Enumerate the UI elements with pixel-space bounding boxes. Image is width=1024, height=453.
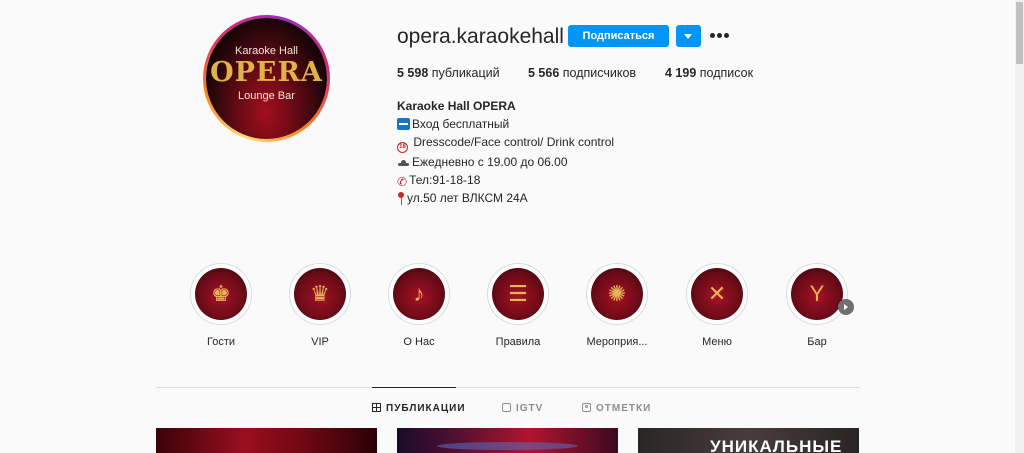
rules-icon: ☰: [508, 281, 528, 306]
bio-line-dresscode: 18 Dresscode/Face control/ Drink control: [397, 133, 614, 153]
highlight-cover[interactable]: ☰: [487, 263, 549, 325]
highlight-cover[interactable]: Y: [786, 263, 848, 325]
scrollbar-thumb[interactable]: [1016, 2, 1023, 64]
suggested-accounts-dropdown-button[interactable]: [676, 25, 701, 47]
stat-following-label: подписок: [699, 66, 754, 80]
avatar-logo-top-text: Karaoke Hall: [235, 45, 298, 57]
highlight-cover[interactable]: ♛: [289, 263, 351, 325]
tab-tagged[interactable]: ОТМЕТКИ: [582, 403, 651, 414]
grid-icon: [372, 403, 381, 412]
bio-line-text: ул.50 лет ВЛКСМ 24А: [407, 191, 528, 205]
tab-posts[interactable]: ПУБЛИКАЦИИ: [372, 403, 466, 414]
highlight-about[interactable]: ♪ О Нас: [374, 263, 464, 348]
highlight-label: Бар: [807, 336, 827, 348]
tab-igtv-label: IGTV: [516, 403, 544, 414]
stat-followers[interactable]: 5 566 подписчиков: [528, 66, 636, 80]
post-overlay-text: УНИКАЛЬНЫЕ: [710, 437, 843, 453]
highlight-cover[interactable]: ✕: [686, 263, 748, 325]
page-scrollbar[interactable]: [1015, 0, 1024, 453]
post-thumbnail[interactable]: [156, 428, 377, 453]
stat-posts: 5 598 публикаций: [397, 66, 500, 80]
stat-followers-label: подписчиков: [562, 66, 637, 80]
tab-igtv[interactable]: IGTV: [502, 403, 543, 414]
highlight-events[interactable]: ✺ Мероприя...: [572, 263, 662, 348]
highlight-cover[interactable]: ♪: [388, 263, 450, 325]
free-icon: [397, 118, 410, 130]
bio-line-text: Ежедневно с 19.00 до 06.00: [412, 155, 568, 169]
highlight-cover[interactable]: ♚: [190, 263, 252, 325]
highlights-next-arrow-icon[interactable]: [838, 299, 854, 315]
post-thumbnail[interactable]: [397, 428, 618, 453]
bio-line-phone: ✆ Тел:91-18-18: [397, 171, 614, 189]
stat-followers-count: 5 566: [528, 66, 560, 80]
highlight-label: Правила: [495, 336, 541, 348]
bio-line-hours: Ежедневно с 19.00 до 06.00: [397, 153, 614, 171]
profile-avatar[interactable]: Karaoke Hall OPERA Lounge Bar: [206, 18, 327, 139]
more-options-icon[interactable]: [710, 33, 730, 39]
bio-line-text: Dresscode/Face control/ Drink control: [410, 135, 615, 149]
avatar-logo-title: OPERA: [210, 57, 323, 88]
highlight-guests[interactable]: ♚ Гости: [176, 263, 266, 348]
highlight-cover[interactable]: ✺: [586, 263, 648, 325]
crown-icon: ♛: [310, 281, 330, 306]
hat-icon: [397, 156, 410, 168]
stat-posts-label: публикаций: [431, 66, 500, 80]
tab-posts-label: ПУБЛИКАЦИИ: [386, 403, 466, 414]
microphone-icon: ♪: [413, 281, 425, 306]
profile-username: opera.karaokehall: [397, 25, 564, 48]
bio-line-address: ул.50 лет ВЛКСМ 24А: [397, 189, 614, 207]
profile-bio: Karaoke Hall OPERA Вход бесплатный 18 Dr…: [397, 97, 614, 207]
tag-icon: [582, 403, 591, 412]
disco-ball-icon: ✺: [607, 281, 627, 306]
highlight-rules[interactable]: ☰ Правила: [473, 263, 563, 348]
stat-posts-count: 5 598: [397, 66, 429, 80]
phone-icon: ✆: [397, 175, 408, 189]
follow-button[interactable]: Подписаться: [568, 25, 669, 47]
menu-book-icon: ✕: [707, 281, 727, 306]
eighteen-plus-icon: 18: [397, 142, 408, 153]
stat-following[interactable]: 4 199 подписок: [665, 66, 753, 80]
profile-avatar-ring[interactable]: Karaoke Hall OPERA Lounge Bar: [203, 15, 330, 142]
active-tab-indicator: [372, 387, 456, 388]
bio-line-text: Тел:91-18-18: [409, 173, 481, 187]
highlight-menu[interactable]: ✕ Меню: [672, 263, 762, 348]
cocktail-icon: Y: [809, 281, 825, 306]
highlight-label: Гости: [206, 336, 236, 348]
highlight-label: О Нас: [403, 336, 435, 348]
guest-icon: ♚: [211, 281, 231, 306]
pin-icon: [397, 192, 405, 205]
stat-following-count: 4 199: [665, 66, 697, 80]
highlight-label: Меню: [702, 336, 732, 348]
post-thumbnail[interactable]: УНИКАЛЬНЫЕ: [638, 428, 859, 453]
bio-line-entry: Вход бесплатный: [397, 115, 614, 133]
highlight-label: VIP: [311, 336, 329, 348]
highlight-label: Мероприя...: [586, 336, 648, 348]
tab-tagged-label: ОТМЕТКИ: [596, 403, 652, 414]
bio-full-name: Karaoke Hall OPERA: [397, 99, 516, 113]
bio-line-text: Вход бесплатный: [412, 117, 510, 131]
highlight-vip[interactable]: ♛ VIP: [275, 263, 365, 348]
avatar-logo-bottom-text: Lounge Bar: [238, 90, 295, 102]
tv-icon: [502, 403, 511, 412]
tabs-divider: [156, 387, 860, 388]
